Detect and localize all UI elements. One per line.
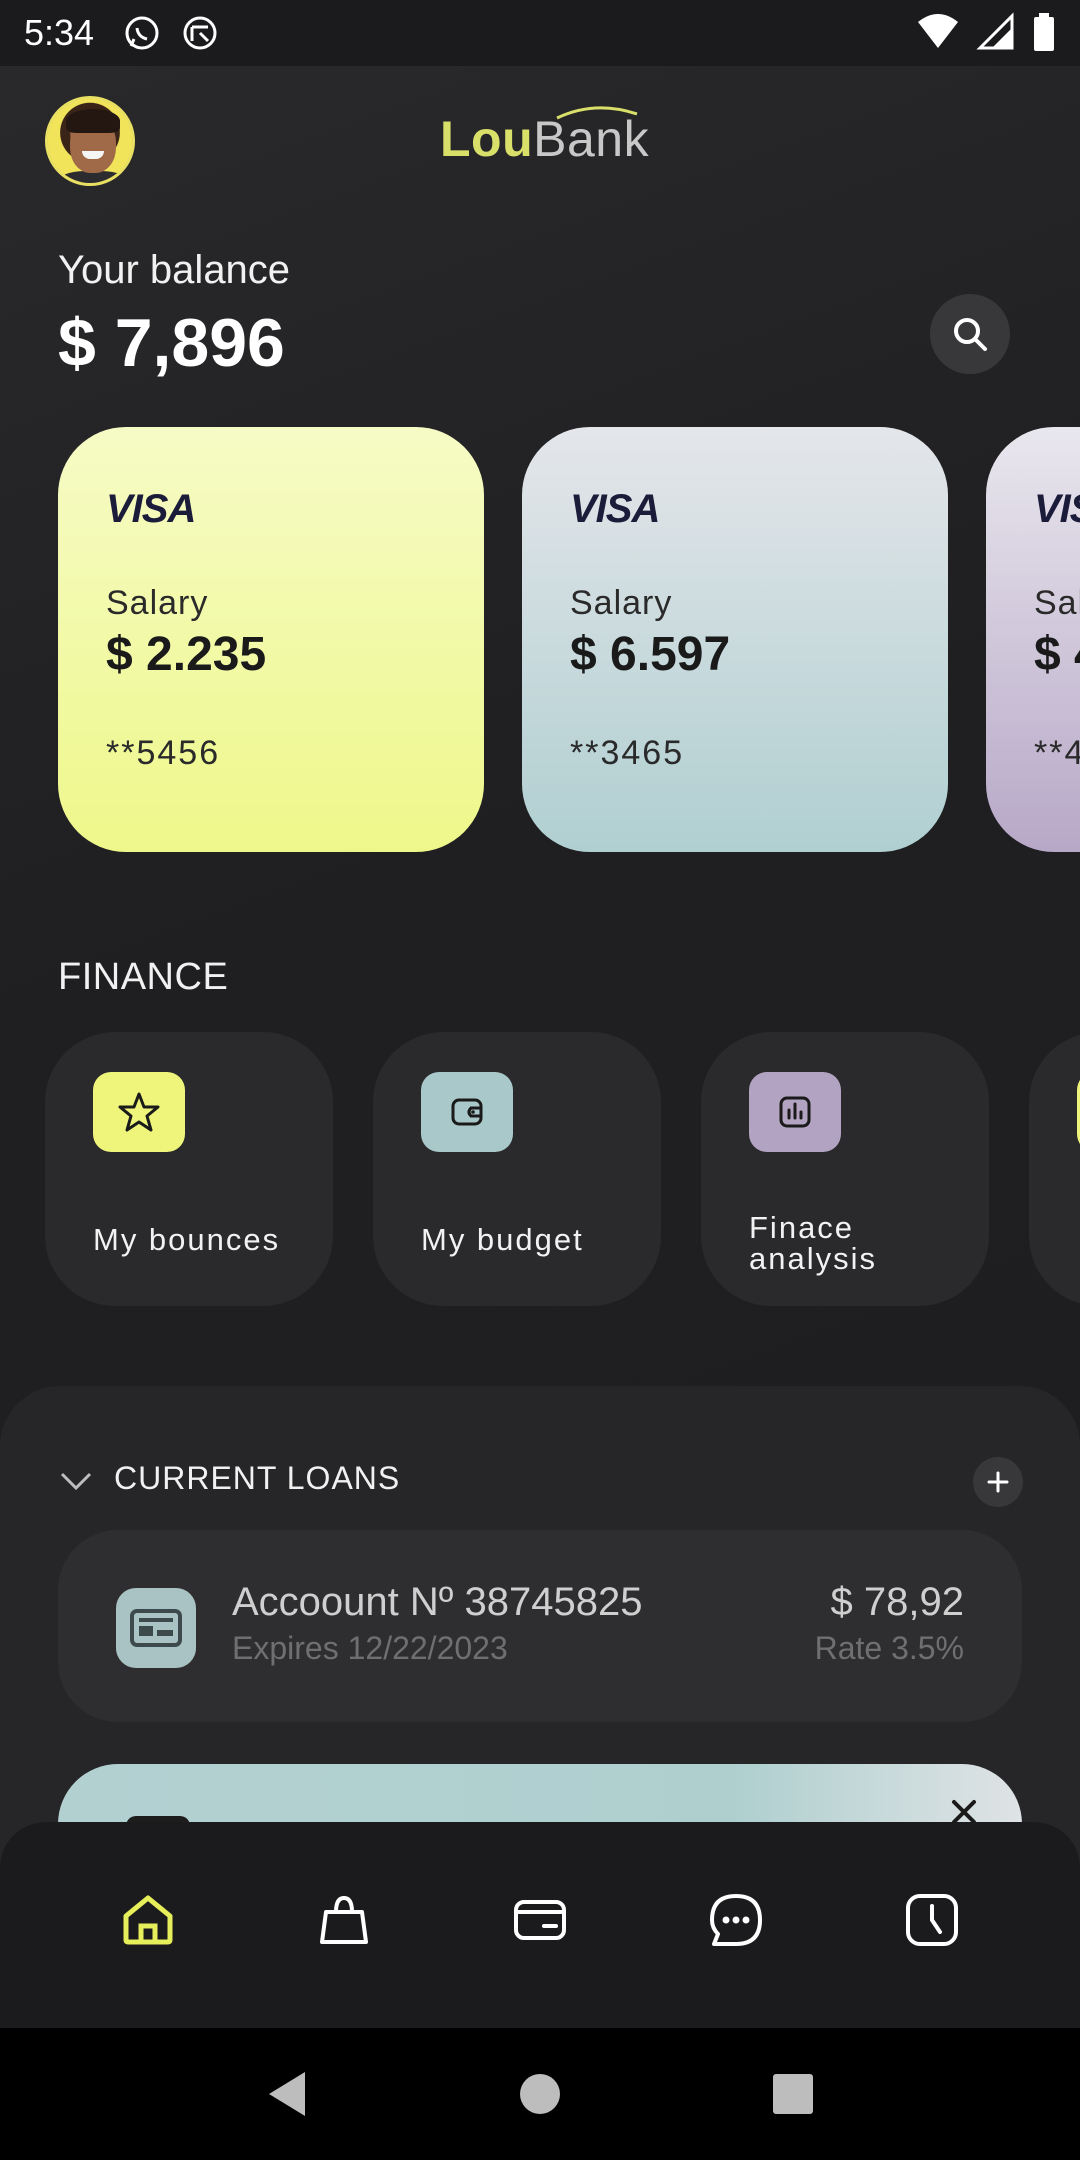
system-navigation — [0, 2028, 1080, 2160]
card-brand: VISA — [106, 487, 196, 531]
avatar[interactable] — [45, 96, 135, 186]
search-button[interactable] — [930, 294, 1010, 374]
card-item[interactable]: VISA Salary $ 2.235 **5456 — [58, 427, 484, 852]
balance-label: Your balance — [58, 248, 291, 292]
search-icon — [954, 318, 987, 351]
logo-part-1: Lou — [440, 111, 534, 167]
finance-tile-label: Finace analysis — [749, 1210, 877, 1276]
loan-expiry: Expires 12/22/2023 — [232, 1630, 508, 1666]
card-type: Salary — [1034, 584, 1080, 622]
finance-tile-label: My bounces — [93, 1222, 281, 1257]
plus-icon — [987, 1471, 1009, 1493]
signal-icon — [976, 12, 1014, 50]
balance-value: $ 7,896 — [58, 305, 285, 381]
nav-cards[interactable] — [508, 1888, 572, 1952]
clock-icon — [906, 1894, 958, 1946]
finance-title: FINANCE — [58, 956, 229, 998]
loan-item[interactable]: Accoount Nº 38745825 Expires 12/22/2023 … — [58, 1530, 1022, 1722]
app-screen: 5:34 LouBank Your balance $ 7,896 VISA S… — [0, 0, 1080, 2160]
nav-history[interactable] — [900, 1888, 964, 1952]
home-circle-icon[interactable] — [518, 2072, 562, 2116]
account-card-icon — [116, 1588, 196, 1668]
nav-chat[interactable] — [704, 1888, 768, 1952]
chart-icon — [749, 1072, 841, 1152]
bag-icon — [320, 1895, 368, 1944]
loan-rate: Rate 3.5% — [814, 1630, 964, 1666]
sync-icon — [183, 16, 217, 50]
card-number: **3465 — [570, 734, 685, 772]
card-amount: $ 6.597 — [570, 628, 731, 681]
card-amount: $ 2.235 — [106, 628, 267, 681]
card-number: **4 — [1034, 734, 1080, 772]
card-item[interactable]: VISA Salary $ 6.597 **3465 — [522, 427, 948, 852]
bottom-navigation — [0, 1822, 1080, 2028]
card-brand: VISA — [570, 487, 660, 531]
home-icon — [123, 1895, 173, 1945]
battery-icon — [1034, 13, 1054, 51]
recents-icon[interactable] — [771, 2072, 815, 2116]
cards-carousel[interactable]: VISA Salary $ 2.235 **5456 VISA Salary $… — [58, 427, 1080, 852]
loan-account-name: Accoount Nº 38745825 — [232, 1580, 643, 1624]
finance-tile-analysis[interactable]: Finace analysis — [701, 1032, 989, 1306]
loan-amount: $ 78,92 — [830, 1580, 964, 1624]
card-number: **5456 — [106, 734, 221, 772]
card-item[interactable]: VISA Salary $ 4 **4 — [986, 427, 1080, 852]
star-icon — [93, 1072, 185, 1152]
chevron-down-icon[interactable] — [58, 1462, 94, 1498]
loans-title: CURRENT LOANS — [114, 1460, 401, 1496]
card-amount: $ 4 — [1034, 628, 1080, 681]
whatsapp-icon — [125, 16, 159, 50]
finance-tile-more[interactable] — [1029, 1032, 1080, 1306]
finance-tile-bounces[interactable]: My bounces — [45, 1032, 333, 1306]
nav-home[interactable] — [116, 1888, 180, 1952]
card-type: Salary — [570, 584, 673, 622]
add-loan-button[interactable] — [973, 1457, 1023, 1507]
finance-tile-budget[interactable]: My budget — [373, 1032, 661, 1306]
back-icon[interactable] — [265, 2070, 309, 2118]
nav-shop[interactable] — [312, 1888, 376, 1952]
status-bar: 5:34 — [0, 0, 1080, 66]
chat-icon — [710, 1894, 762, 1946]
logo-swoosh-icon — [556, 106, 638, 120]
wifi-icon — [918, 14, 958, 48]
finance-tile-label: My budget — [421, 1222, 584, 1257]
status-right — [916, 12, 1056, 52]
card-brand: VISA — [1034, 487, 1080, 531]
card-icon — [514, 1900, 566, 1940]
card-type: Salary — [106, 584, 209, 622]
wallet-icon — [421, 1072, 513, 1152]
status-time: 5:34 — [24, 12, 95, 53]
finance-row: My bounces My budget Finace analysis — [45, 1032, 1080, 1306]
